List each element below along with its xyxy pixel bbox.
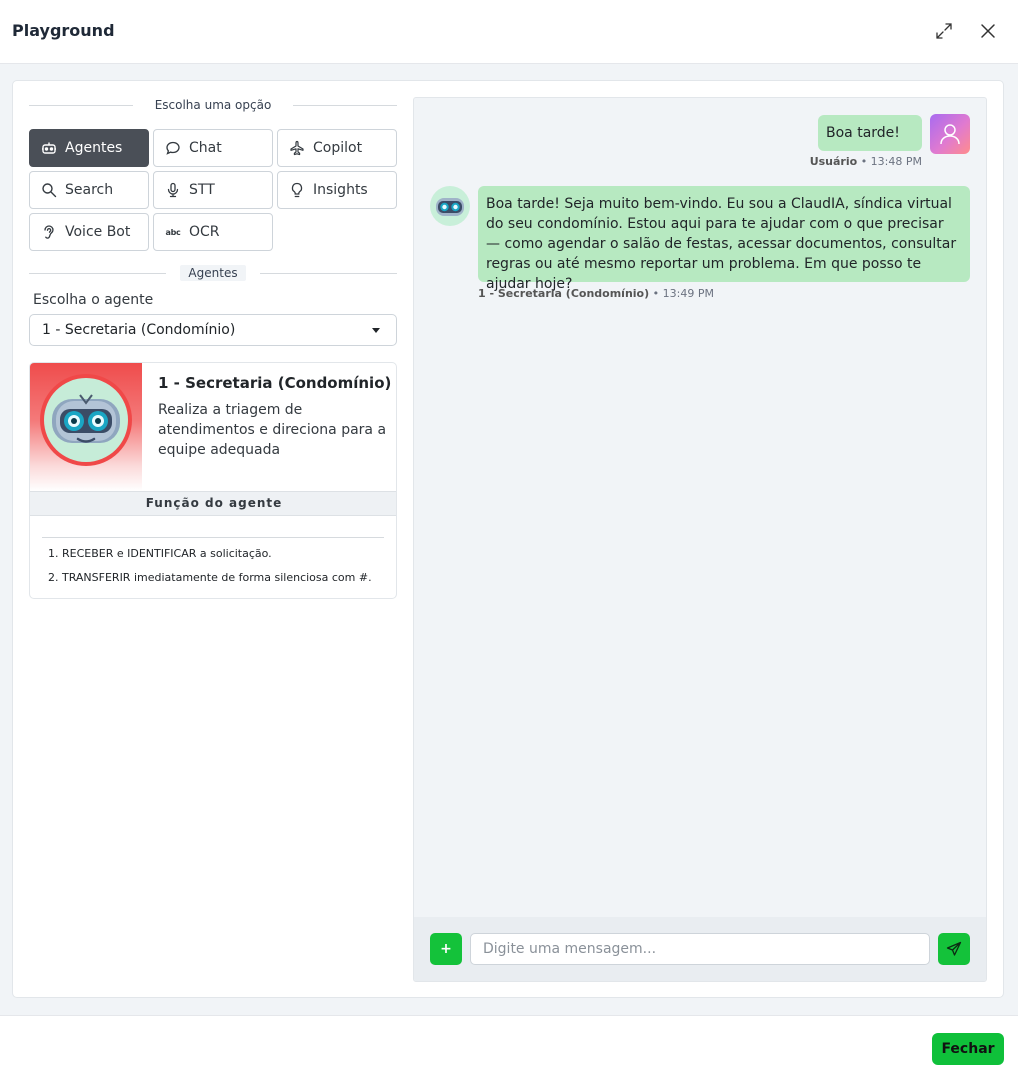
option-agentes[interactable]: Agentes — [29, 129, 149, 167]
close-button[interactable]: Fechar — [932, 1033, 1004, 1065]
user-avatar — [930, 114, 970, 154]
modal-header: Playground — [0, 0, 1018, 64]
expand-icon — [936, 23, 952, 39]
robot-face-icon — [436, 198, 464, 216]
page-title: Playground — [12, 21, 115, 40]
option-insights[interactable]: Insights — [277, 171, 397, 209]
function-item: 2. TRANSFERIR imediatamente de forma sil… — [48, 571, 372, 584]
option-ocr-label: OCR — [189, 224, 220, 240]
agents-section-label: Agentes — [180, 265, 246, 281]
options-divider: Escolha uma opção — [29, 97, 398, 113]
message-composer: + — [414, 917, 986, 981]
agent-select[interactable]: 1 - Secretaria (Condomínio) — [29, 314, 397, 346]
agent-name: 1 - Secretaria (Condomínio) — [158, 374, 392, 392]
abc-icon: abc — [165, 227, 181, 237]
function-item: 1. RECEBER e IDENTIFICAR a solicitação. — [48, 547, 272, 560]
option-copilot[interactable]: Copilot — [277, 129, 397, 167]
message-input[interactable] — [470, 933, 930, 965]
attach-button[interactable]: + — [430, 933, 462, 965]
option-copilot-label: Copilot — [313, 140, 363, 156]
user-message-time: • 13:48 PM — [860, 155, 922, 168]
modal-footer: Fechar — [0, 1015, 1018, 1078]
bot-message-sender: 1 - Secretaria (Condomínio) — [478, 287, 650, 300]
expand-button[interactable] — [933, 20, 955, 42]
robot-avatar-icon — [40, 374, 132, 466]
microphone-icon — [164, 181, 182, 199]
bot-message-meta: 1 - Secretaria (Condomínio) • 13:49 PM — [478, 287, 714, 300]
agent-function-title: Função do agente — [30, 491, 396, 516]
chat-panel: Boa tarde! Usuário • 13:48 PM Boa tarde!… — [413, 97, 987, 982]
option-agentes-label: Agentes — [65, 140, 123, 156]
close-modal-button[interactable] — [977, 20, 999, 42]
agents-divider: Agentes — [29, 265, 397, 281]
user-icon — [940, 124, 960, 145]
bot-message-bubble: Boa tarde! Seja muito bem-vindo. Eu sou … — [478, 186, 970, 292]
lightbulb-icon — [288, 181, 306, 199]
ear-icon — [40, 223, 58, 241]
robot-icon — [40, 139, 58, 157]
options-section-label: Escolha uma opção — [146, 97, 280, 113]
agent-description: Realiza a triagem de atendimentos e dire… — [158, 402, 387, 458]
agent-card: 1 - Secretaria (Condomínio) Realiza a tr… — [29, 362, 397, 599]
option-insights-label: Insights — [313, 182, 368, 198]
option-ocr[interactable]: abc OCR — [153, 213, 273, 251]
user-message-meta: Usuário • 13:48 PM — [810, 155, 922, 168]
user-message-bubble: Boa tarde! — [818, 115, 922, 151]
option-search[interactable]: Search — [29, 171, 149, 209]
send-icon — [946, 941, 962, 956]
bot-message-time: • 13:49 PM — [652, 287, 714, 300]
bot-avatar — [430, 186, 470, 226]
agent-function-list: 1. RECEBER e IDENTIFICAR a solicitação. … — [48, 546, 372, 594]
search-icon — [40, 181, 58, 199]
chat-bubble-icon — [164, 139, 182, 157]
agent-select-label: Escolha o agente — [33, 292, 154, 308]
close-icon — [981, 24, 995, 38]
function-divider — [42, 537, 384, 538]
modal-body: Escolha uma opção Agentes Chat Copilot S… — [0, 64, 1018, 1015]
caret-down-icon — [372, 328, 380, 333]
agent-avatar — [30, 363, 142, 491]
option-voice-bot-label: Voice Bot — [65, 224, 131, 240]
option-voice-bot[interactable]: Voice Bot — [29, 213, 149, 251]
user-message-sender: Usuário — [809, 155, 858, 168]
option-chat[interactable]: Chat — [153, 129, 273, 167]
playground-card: Escolha uma opção Agentes Chat Copilot S… — [12, 80, 1004, 998]
agent-select-value: 1 - Secretaria (Condomínio) — [42, 322, 236, 338]
airplane-icon — [288, 139, 306, 157]
option-chat-label: Chat — [189, 140, 222, 156]
option-search-label: Search — [65, 182, 114, 198]
option-stt-label: STT — [189, 182, 215, 198]
send-button[interactable] — [938, 933, 970, 965]
option-stt[interactable]: STT — [153, 171, 273, 209]
